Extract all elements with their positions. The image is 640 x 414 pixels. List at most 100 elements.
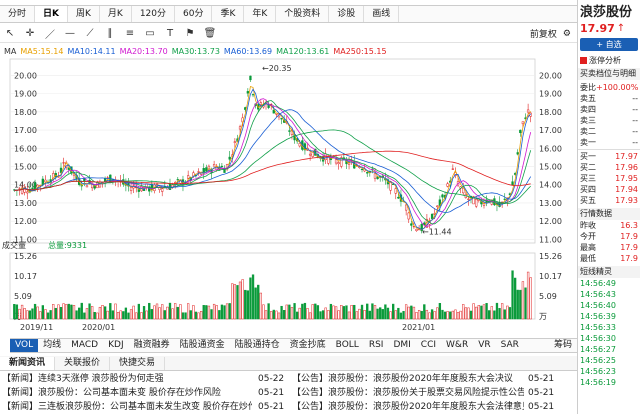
volume-bar	[212, 303, 216, 320]
rect-tool-icon[interactable]: ▭	[140, 28, 160, 39]
volume-bar	[135, 312, 138, 320]
news-item[interactable]: 【新闻】三连板浪莎股份：公司基本面未发生改变 股价存在炒作风险	[2, 400, 252, 414]
mark-tool-icon[interactable]: ⚑	[180, 28, 200, 39]
candle-body	[251, 94, 255, 96]
volume-bar	[314, 303, 317, 320]
volume-bar	[210, 309, 213, 320]
volume-bar	[480, 305, 483, 320]
volume-bar	[402, 311, 405, 320]
indicator-tab-10[interactable]: DMI	[388, 339, 415, 352]
tab-3[interactable]: 月K	[100, 6, 132, 22]
candle-body	[187, 175, 190, 179]
tab-9[interactable]: 诊股	[329, 6, 365, 22]
tab-2[interactable]: 周K	[68, 6, 100, 22]
indicator-tab-15[interactable]: 筹码	[549, 339, 577, 352]
news-tab-2[interactable]: 快捷交易	[110, 356, 166, 370]
price-axis-right: 17.00	[539, 126, 562, 135]
volume-bar	[350, 305, 353, 320]
line-tool-icon[interactable]: ／	[40, 26, 60, 41]
trade-tick: 14:56:30	[580, 334, 616, 343]
volume-bar	[412, 306, 416, 320]
indicator-tab-8[interactable]: BOLL	[331, 339, 364, 352]
news-item[interactable]: 【公告】浪莎股份：浪莎股份关于股票交易风险提示性公告	[292, 386, 524, 400]
volume-bar	[215, 305, 218, 320]
news-item[interactable]: 【新闻】浪莎股份：公司基本面未变 股价存在炒作风险	[2, 386, 252, 400]
stats-title: 行情数据	[578, 208, 640, 220]
volume-bar	[33, 303, 37, 320]
volume-bar	[166, 306, 169, 320]
volume-bar	[114, 303, 117, 320]
limit-analysis-link[interactable]: 涨停分析	[589, 55, 621, 66]
fib-tool-icon[interactable]: ≡	[120, 28, 140, 39]
volume-bar	[225, 303, 229, 320]
news-item[interactable]: 【公告】浪莎股份：浪莎股份2020年年度股东大会法律意见书	[292, 400, 524, 414]
volume-bar	[23, 308, 26, 320]
tab-1[interactable]: 日K	[35, 6, 68, 22]
sell-levels: 卖五 -- 卖四 -- 卖三 -- 卖二 -- 卖一 --	[578, 93, 640, 148]
tab-8[interactable]: 个股资料	[276, 6, 330, 22]
add-watchlist-button[interactable]: + 自选	[580, 38, 638, 51]
volume-bar	[280, 305, 283, 320]
crosshair-tool-icon[interactable]: ✛	[20, 28, 40, 39]
tab-6[interactable]: 季K	[212, 6, 245, 22]
trash-tool-icon[interactable]: 🗑	[200, 28, 220, 39]
arrow-tool-icon[interactable]: ↖	[0, 28, 20, 39]
indicator-tab-5[interactable]: 陆股通资金	[175, 339, 230, 352]
volume-bar	[52, 304, 55, 320]
volume-bar	[202, 305, 205, 320]
date-axis-label: 2021/01	[402, 323, 435, 332]
candle-body	[238, 126, 242, 130]
volume-bar	[140, 312, 143, 320]
news-item[interactable]: 【公告】浪莎股份：浪莎股份2020年年度股东大会决议	[292, 372, 524, 386]
volume-bar	[430, 309, 434, 320]
volume-bar	[122, 311, 125, 320]
candle-body	[288, 130, 291, 132]
volume-bar	[394, 310, 397, 320]
fq-select[interactable]: 前复权	[530, 27, 557, 40]
tab-10[interactable]: 画线	[364, 6, 400, 22]
indicator-tab-14[interactable]: SAR	[496, 339, 524, 352]
indicator-tab-4[interactable]: 融资融券	[129, 339, 175, 352]
volume-bar	[392, 303, 395, 320]
indicator-tab-0[interactable]: VOL	[10, 339, 39, 352]
indicator-tab-12[interactable]: W&R	[441, 339, 473, 352]
indicator-tab-1[interactable]: 均线	[38, 339, 66, 352]
news-tab-0[interactable]: 新闻资讯	[0, 356, 56, 370]
volume-bar	[495, 302, 499, 320]
tab-7[interactable]: 年K	[244, 6, 277, 22]
tab-0[interactable]: 分时	[0, 6, 36, 22]
hline-tool-icon[interactable]: —	[60, 28, 80, 39]
indicator-tab-11[interactable]: CCI	[416, 339, 441, 352]
volume-bar	[384, 304, 387, 320]
indicator-tab-13[interactable]: VR	[473, 339, 495, 352]
volume-bar	[85, 308, 89, 320]
volume-bar	[428, 312, 431, 320]
price-axis-left: 19.00	[14, 90, 37, 99]
indicator-tab-9[interactable]: RSI	[364, 339, 389, 352]
news-item[interactable]: 【新闻】连续3天涨停 浪莎股份为何走强	[2, 372, 252, 386]
news-date: 05-21	[258, 388, 285, 398]
indicator-tab-2[interactable]: MACD	[66, 339, 103, 352]
volume-bar	[503, 309, 506, 320]
indicator-tab-3[interactable]: KDJ	[103, 339, 129, 352]
volume-bar	[129, 309, 133, 320]
volume-bar	[407, 306, 410, 320]
indicator-tab-6[interactable]: 陆股通持仓	[230, 339, 285, 352]
ma-legend-item: MA250:15.15	[333, 46, 387, 56]
volume-bar	[482, 304, 486, 320]
candle-body	[503, 198, 506, 200]
ma-legend-item: MA60:13.69	[223, 46, 273, 56]
settings-icon[interactable]: ⚙	[563, 29, 571, 39]
volume-bar	[205, 305, 208, 320]
indicator-tab-7[interactable]: 资金抄底	[285, 339, 331, 352]
candle-body	[62, 162, 65, 164]
volume-bar	[373, 305, 377, 320]
news-tab-1[interactable]: 关联报价	[55, 356, 111, 370]
tab-4[interactable]: 120分	[132, 6, 175, 22]
tab-5[interactable]: 60分	[175, 6, 213, 22]
channel-tool-icon[interactable]: ∥	[100, 28, 120, 39]
kline-chart[interactable]: 20.00 20.00 19.00 19.00 18.00 18.00 17.00 17.00…	[0, 57, 577, 335]
text-tool-icon[interactable]: T	[160, 28, 180, 39]
ray-tool-icon[interactable]: ⟋	[80, 28, 100, 39]
volume-bar	[285, 304, 288, 320]
